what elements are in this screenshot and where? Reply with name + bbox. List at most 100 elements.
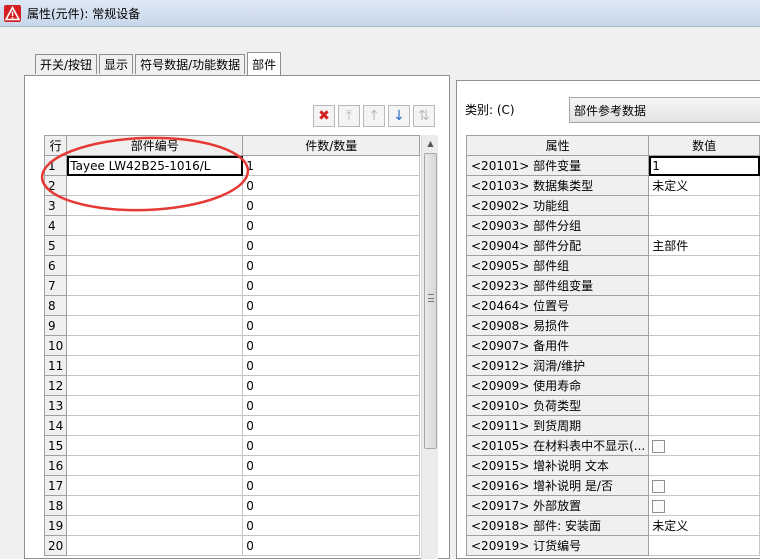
table-row[interactable]: <20105> 在材料表中不显示(...	[465, 435, 760, 456]
property-value-cell[interactable]: 主部件	[648, 235, 760, 256]
part-number-cell[interactable]	[66, 275, 244, 296]
quantity-cell[interactable]: 0	[242, 355, 421, 376]
part-number-cell[interactable]	[66, 355, 244, 376]
tab-symbol-function-data[interactable]: 符号数据/功能数据	[135, 54, 246, 74]
part-number-cell[interactable]: Tayee LW42B25-1016/L	[66, 155, 244, 176]
quantity-cell[interactable]: 0	[242, 215, 421, 236]
table-row[interactable]: <20907> 备用件	[465, 335, 760, 356]
table-row[interactable]: 19 0	[43, 515, 421, 536]
swap-icon[interactable]: ⇅	[413, 105, 435, 127]
quantity-cell[interactable]: 0	[242, 295, 421, 316]
table-row[interactable]: <20910> 负荷类型	[465, 395, 760, 416]
table-row[interactable]: 18 0	[43, 495, 421, 516]
quantity-cell[interactable]: 0	[242, 395, 421, 416]
checkbox[interactable]	[652, 439, 666, 453]
table-row[interactable]: 17 0	[43, 475, 421, 496]
checkbox[interactable]	[652, 479, 666, 493]
column-header-row-number[interactable]: 行	[43, 135, 68, 156]
scroll-up-arrow-icon[interactable]: ▲	[422, 135, 439, 152]
table-row[interactable]: 1 Tayee LW42B25-1016/L 1	[43, 155, 421, 176]
part-number-cell[interactable]	[66, 515, 244, 536]
table-row[interactable]: <20103> 数据集类型 未定义	[465, 175, 760, 196]
quantity-cell[interactable]: 0	[242, 455, 421, 476]
table-row[interactable]: <20902> 功能组	[465, 195, 760, 216]
table-row[interactable]: <20911> 到货周期	[465, 415, 760, 436]
quantity-cell[interactable]: 0	[242, 235, 421, 256]
part-number-cell[interactable]	[66, 255, 244, 276]
table-row[interactable]: 80	[43, 295, 421, 316]
scrollbar-thumb[interactable]	[424, 153, 437, 449]
table-row[interactable]: 40	[43, 215, 421, 236]
part-number-cell[interactable]	[66, 195, 244, 216]
table-row[interactable]: 12 0	[43, 375, 421, 396]
table-row[interactable]: 70	[43, 275, 421, 296]
table-row[interactable]: 14 0	[43, 415, 421, 436]
property-value-cell[interactable]	[648, 395, 760, 416]
table-row[interactable]: <20464> 位置号	[465, 295, 760, 316]
table-row[interactable]: 90	[43, 315, 421, 336]
column-header-quantity[interactable]: 件数/数量	[242, 135, 421, 156]
table-row[interactable]: <20915> 增补说明 文本	[465, 455, 760, 476]
property-value-cell[interactable]	[648, 355, 760, 376]
part-number-cell[interactable]	[66, 215, 244, 236]
tab-display[interactable]: 显示	[99, 54, 134, 74]
table-row[interactable]: <20905> 部件组	[465, 255, 760, 276]
part-number-cell[interactable]	[66, 175, 244, 196]
part-number-cell[interactable]	[66, 455, 244, 476]
property-value-cell[interactable]	[648, 275, 760, 296]
table-row[interactable]: <20912> 润滑/维护	[465, 355, 760, 376]
property-value-cell[interactable]	[648, 415, 760, 436]
table-row[interactable]: <20908> 易损件	[465, 315, 760, 336]
quantity-cell[interactable]: 0	[242, 275, 421, 296]
quantity-cell[interactable]: 0	[242, 535, 421, 556]
quantity-cell[interactable]: 0	[242, 435, 421, 456]
property-value-cell[interactable]	[648, 455, 760, 476]
property-value-cell[interactable]	[648, 475, 760, 496]
part-number-cell[interactable]	[66, 475, 244, 496]
part-number-cell[interactable]	[66, 535, 244, 556]
part-number-cell[interactable]	[66, 295, 244, 316]
quantity-cell[interactable]: 0	[242, 515, 421, 536]
property-value-cell[interactable]	[648, 195, 760, 216]
part-number-cell[interactable]	[66, 435, 244, 456]
tab-parts[interactable]: 部件	[247, 52, 282, 75]
column-header-value[interactable]: 数值	[648, 135, 760, 156]
column-header-property[interactable]: 属性	[465, 135, 650, 156]
property-value-cell[interactable]	[648, 295, 760, 316]
table-row[interactable]: <20923> 部件组变量	[465, 275, 760, 296]
property-value-cell[interactable]	[648, 375, 760, 396]
property-value-cell[interactable]: 1	[648, 155, 760, 176]
table-row[interactable]: <20919> 订货编号	[465, 535, 760, 556]
table-row[interactable]: 15 0	[43, 435, 421, 456]
table-row[interactable]: <20918> 部件: 安装面 未定义	[465, 515, 760, 536]
property-value-cell[interactable]	[648, 335, 760, 356]
part-number-cell[interactable]	[66, 415, 244, 436]
table-row[interactable]: 13 0	[43, 395, 421, 416]
quantity-cell[interactable]: 1	[242, 155, 421, 176]
quantity-cell[interactable]: 0	[242, 475, 421, 496]
table-row[interactable]: 20	[43, 175, 421, 196]
table-row[interactable]: <20909> 使用寿命	[465, 375, 760, 396]
part-number-cell[interactable]	[66, 335, 244, 356]
checkbox[interactable]	[652, 499, 666, 513]
property-value-cell[interactable]	[648, 255, 760, 276]
table-row[interactable]: 16 0	[43, 455, 421, 476]
move-up-icon[interactable]: ↑	[363, 105, 385, 127]
move-down-icon[interactable]: ↓	[388, 105, 410, 127]
table-row[interactable]: <20101> 部件变量 1	[465, 155, 760, 176]
property-value-cell[interactable]: 未定义	[648, 515, 760, 536]
part-number-cell[interactable]	[66, 375, 244, 396]
quantity-cell[interactable]: 0	[242, 315, 421, 336]
property-value-cell[interactable]: 未定义	[648, 175, 760, 196]
tab-switch-button[interactable]: 开关/按钮	[35, 54, 98, 74]
table-row[interactable]: <20904> 部件分配 主部件	[465, 235, 760, 256]
column-header-part-number[interactable]: 部件编号	[66, 135, 244, 156]
delete-icon[interactable]: ✖	[313, 105, 335, 127]
table-row[interactable]: 50	[43, 235, 421, 256]
property-value-cell[interactable]	[648, 435, 760, 456]
table-row[interactable]: 30	[43, 195, 421, 216]
part-number-cell[interactable]	[66, 315, 244, 336]
table-row[interactable]: <20916> 增补说明 是/否	[465, 475, 760, 496]
property-value-cell[interactable]	[648, 315, 760, 336]
quantity-cell[interactable]: 0	[242, 415, 421, 436]
